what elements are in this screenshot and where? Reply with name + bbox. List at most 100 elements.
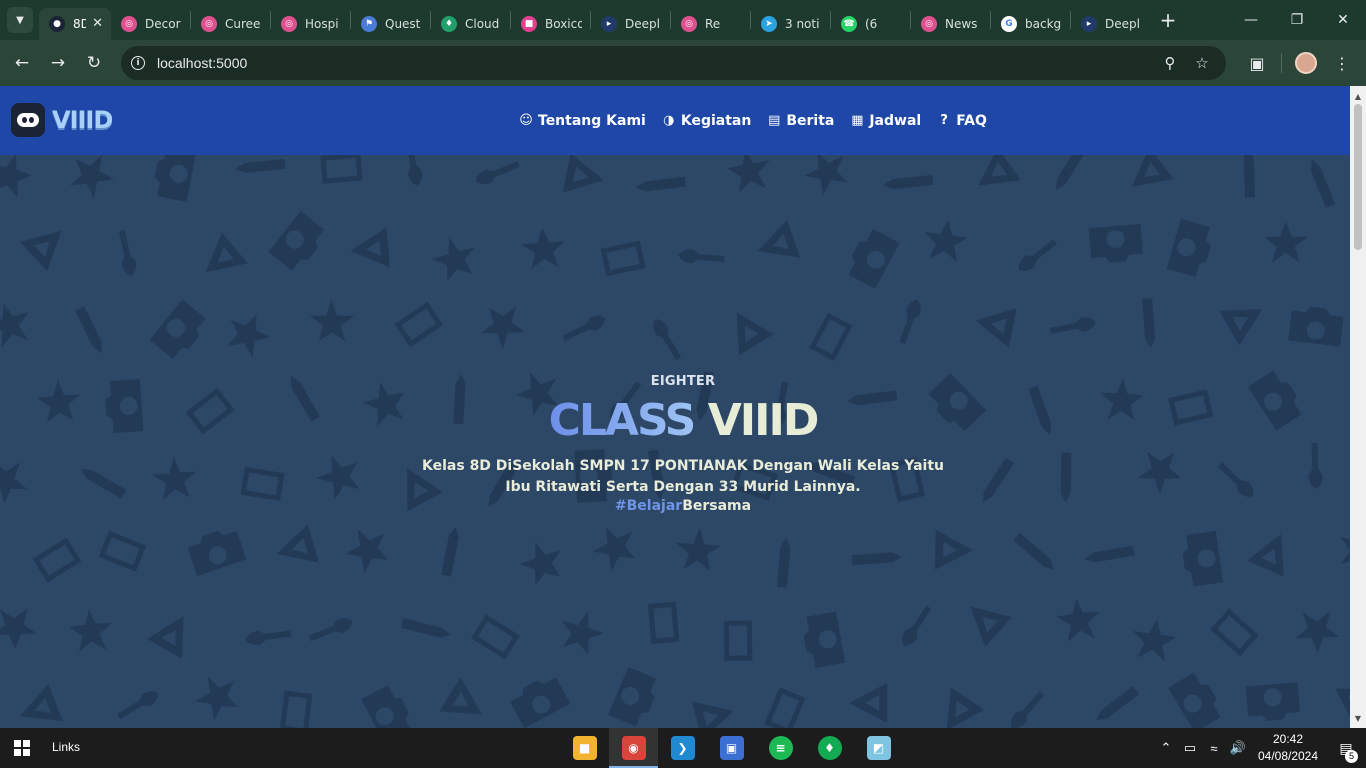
notification-center-icon[interactable]: ▤ 5 — [1326, 740, 1366, 763]
scroll-down-icon[interactable]: ▼ — [1350, 710, 1366, 726]
avatar — [1295, 52, 1317, 74]
taskbar-notes-button[interactable]: ◩ — [854, 728, 903, 768]
address-bar[interactable]: i localhost:5000 ⚲ ☆ — [121, 46, 1226, 80]
hashtag-part-1: #Belajar — [614, 498, 683, 514]
nav-faq[interactable]: ? FAQ — [937, 113, 986, 129]
taskbar-apps: ■ ◉ ❯ ▣ ≡ ♦ ◩ — [560, 728, 903, 768]
hero-description: Kelas 8D DiSekolah SMPN 17 PONTIANAK Den… — [422, 458, 944, 495]
vscode-icon: ❯ — [670, 736, 695, 760]
hero-title-part-2: VIIID — [707, 395, 820, 446]
faq-icon: ? — [940, 113, 948, 128]
chevron-down-icon: ▼ — [16, 14, 24, 26]
browser-menu-icon[interactable]: ⋮ — [1324, 45, 1360, 81]
tab-favicon-icon: ■ — [521, 15, 537, 32]
chrome-icon: ◉ — [621, 736, 646, 760]
tab[interactable]: ◎ Re — [671, 8, 750, 40]
new-tab-button[interactable]: + — [1154, 6, 1182, 34]
hero-eyebrow: EIGHTER — [650, 374, 716, 389]
arrow-left-icon: ← — [14, 53, 30, 73]
nav-tentang-kami[interactable]: ☺ Tentang Kami — [519, 113, 646, 129]
tab-favicon-icon: ▸ — [1081, 15, 1097, 32]
tab-search-button[interactable]: ▼ — [7, 7, 33, 33]
tab-label: Curee — [225, 16, 261, 31]
page-viewport: VIIID ☺ Tentang Kami ◑ Kegiatan ▤ Berita ▦ Jadw… — [0, 86, 1350, 728]
profile-button[interactable] — [1288, 45, 1324, 81]
toolbar-divider — [1281, 53, 1282, 73]
tab-label: (6 — [865, 16, 878, 31]
tray-chevron-up-icon[interactable]: ⌃ — [1154, 740, 1178, 756]
volume-icon[interactable]: 🔊 — [1226, 740, 1250, 756]
tab-label: Deepl — [1105, 16, 1140, 31]
nav-jadwal[interactable]: ▦ Jadwal — [850, 113, 921, 129]
reload-button[interactable]: ↻ — [76, 45, 112, 81]
back-button[interactable]: ← — [4, 45, 40, 81]
taskbar-mongodb-button[interactable]: ♦ — [805, 728, 854, 768]
taskbar-spotify-button[interactable]: ≡ — [756, 728, 805, 768]
tab[interactable]: ■ Boxico — [511, 8, 590, 40]
nav-kegiatan[interactable]: ◑ Kegiatan — [662, 113, 751, 129]
taskbar-file-explorer-button[interactable]: ■ — [560, 728, 609, 768]
control-panel-icon: ▣ — [719, 736, 744, 760]
tab[interactable]: Gbackg — [991, 8, 1070, 40]
links-toolbar[interactable]: Links — [52, 740, 80, 754]
restore-button[interactable]: ❐ — [1274, 0, 1320, 40]
tab-label: backg — [1025, 16, 1062, 31]
tab-favicon-icon: ◎ — [201, 15, 217, 32]
tab[interactable]: ◎ Curee — [191, 8, 270, 40]
windows-taskbar: Links ■ ◉ ❯ ▣ ≡ ♦ ◩ ⌃ ▭ ≈ 🔊 20:42 04/08/2024 ▤… — [0, 728, 1366, 768]
tab[interactable]: ▸ Deepl — [1071, 8, 1150, 40]
nav-label: Kegiatan — [680, 112, 752, 129]
site-info-icon[interactable]: i — [131, 56, 145, 70]
spotify-icon: ≡ — [768, 736, 793, 760]
clock-date: 04/08/2024 — [1257, 749, 1319, 763]
minimize-button[interactable]: — — [1228, 0, 1274, 40]
extensions-icon[interactable]: ▣ — [1239, 45, 1275, 81]
nav-berita[interactable]: ▤ Berita — [767, 113, 834, 129]
site-logo-icon[interactable] — [11, 103, 45, 137]
tab[interactable]: ◎ Hospi — [271, 8, 350, 40]
tab[interactable]: ♦ Cloud — [431, 8, 510, 40]
site-logo-text[interactable]: VIIID — [52, 106, 113, 134]
tab-label: Decor — [145, 16, 181, 31]
browser-toolbar: ← → ↻ i localhost:5000 ⚲ ☆ ▣ ⋮ — [0, 40, 1366, 86]
close-icon: ✕ — [1337, 12, 1349, 28]
tab[interactable]: ☎ (6 — [831, 8, 910, 40]
tentang-kami-icon: ☺ — [519, 113, 533, 128]
page-scrollbar[interactable]: ▲ ▼ — [1350, 86, 1366, 728]
tab[interactable]: ◎ Decor — [111, 8, 190, 40]
tab-favicon-icon: ◎ — [121, 15, 137, 32]
kegiatan-icon: ◑ — [663, 113, 675, 128]
zoom-icon[interactable]: ⚲ — [1154, 54, 1186, 72]
nav-label: Berita — [786, 112, 835, 129]
tab[interactable]: ➤ 3 noti — [751, 8, 830, 40]
taskbar-chrome-button[interactable]: ◉ — [609, 728, 658, 768]
hashtag-part-2: Bersama — [682, 498, 752, 514]
tab[interactable]: ⚑ Quest — [351, 8, 430, 40]
taskbar-control-panel-button[interactable]: ▣ — [707, 728, 756, 768]
taskbar-vscode-button[interactable]: ❯ — [658, 728, 707, 768]
scrollbar-thumb[interactable] — [1354, 104, 1362, 250]
jadwal-icon: ▦ — [851, 113, 864, 128]
system-tray: ⌃ ▭ ≈ 🔊 20:42 04/08/2024 ▤ 5 — [1154, 728, 1366, 768]
nav-label: Tentang Kami — [538, 112, 646, 129]
notes-icon: ◩ — [866, 736, 891, 760]
restore-icon: ❐ — [1290, 12, 1304, 28]
battery-icon[interactable]: ▭ — [1178, 740, 1202, 756]
tab-active[interactable]: ● 8D ✕ — [39, 7, 111, 40]
reload-icon: ↻ — [86, 53, 102, 73]
taskbar-clock[interactable]: 20:42 04/08/2024 — [1250, 731, 1326, 765]
tab[interactable]: ▸ Deepl — [591, 8, 670, 40]
site-navbar: VIIID ☺ Tentang Kami ◑ Kegiatan ▤ Berita ▦ Jadw… — [0, 86, 1350, 155]
tab-favicon-icon: ◎ — [681, 15, 697, 32]
address-url[interactable]: localhost:5000 — [157, 55, 247, 71]
tab-favicon-icon: ☎ — [841, 15, 857, 32]
hero-title-part-1: CLASS — [548, 395, 697, 446]
tab-close-icon[interactable]: ✕ — [92, 16, 103, 31]
windows-start-icon[interactable] — [14, 740, 30, 756]
close-window-button[interactable]: ✕ — [1320, 0, 1366, 40]
wifi-icon[interactable]: ≈ — [1202, 741, 1226, 756]
tab[interactable]: ◎ News — [911, 8, 990, 40]
bookmark-star-icon[interactable]: ☆ — [1186, 54, 1218, 72]
scroll-up-icon[interactable]: ▲ — [1350, 88, 1366, 104]
forward-button[interactable]: → — [40, 45, 76, 81]
